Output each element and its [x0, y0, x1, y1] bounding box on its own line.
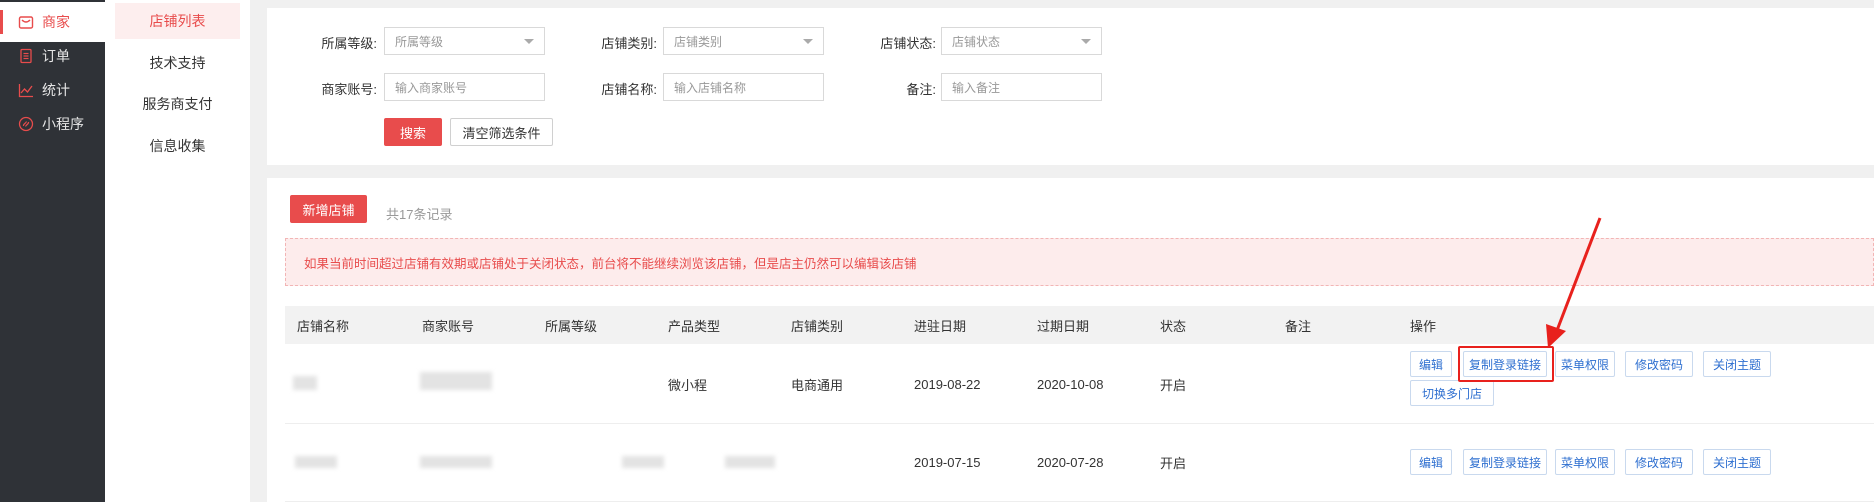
subnav-item-store-list[interactable]: 店铺列表: [115, 3, 240, 39]
filter-panel: 所属等级: 所属等级 店铺类别: 店铺类别 店铺状态: 店铺状态 商家账号: 输…: [267, 8, 1874, 165]
order-icon: [18, 48, 34, 64]
nav-item-miniprogram[interactable]: 小程序: [0, 104, 105, 144]
level-select[interactable]: 所属等级: [384, 27, 545, 55]
store-name-input-placeholder: 输入店铺名称: [674, 80, 747, 95]
sub-nav: 店铺列表 技术支持 服务商支付 信息收集: [105, 0, 250, 502]
table-row: 微小程 电商通用 2019-08-22 2020-10-08 开启 编辑 复制登…: [285, 344, 1874, 424]
category-cell: 电商通用: [791, 377, 844, 393]
category-select[interactable]: 店铺类别: [663, 27, 824, 55]
column-header: 所属等级: [545, 318, 598, 334]
store-name-input[interactable]: 输入店铺名称: [663, 73, 824, 101]
account-input[interactable]: 输入商家账号: [384, 73, 545, 101]
expire-date-cell: 2020-07-28: [1037, 454, 1104, 470]
column-header: 产品类型: [668, 318, 721, 334]
miniprogram-icon: [18, 116, 34, 132]
close-theme-button[interactable]: 关闭主题: [1703, 351, 1771, 377]
expire-date-cell: 2020-10-08: [1037, 376, 1104, 392]
switch-multi-store-button[interactable]: 切换多门店: [1410, 380, 1494, 406]
product-type-redacted: [725, 456, 775, 468]
remark-input-placeholder: 输入备注: [952, 80, 1001, 95]
shop-icon: [18, 14, 34, 30]
account-redacted: [420, 372, 492, 390]
nav-item-label: 小程序: [42, 116, 84, 132]
remark-input[interactable]: 输入备注: [941, 73, 1102, 101]
menu-permission-button[interactable]: 菜单权限: [1555, 449, 1615, 475]
level-redacted: [622, 456, 664, 468]
product-type-cell: 微小程: [668, 377, 708, 393]
subnav-item-tech-support[interactable]: 技术支持: [115, 45, 240, 81]
join-date-cell: 2019-08-22: [914, 376, 981, 392]
category-label: 店铺类别:: [601, 36, 657, 51]
column-header: 店铺类别: [791, 318, 844, 334]
main-nav: 商家 订单 统计 小程序: [0, 0, 105, 502]
remark-label: 备注:: [906, 82, 936, 97]
column-header: 商家账号: [422, 318, 475, 334]
column-header: 进驻日期: [914, 318, 967, 334]
copy-login-link-button[interactable]: 复制登录链接: [1463, 449, 1547, 475]
account-input-placeholder: 输入商家账号: [395, 80, 468, 95]
column-header: 店铺名称: [297, 318, 350, 334]
status-cell: 开启: [1160, 377, 1187, 393]
nav-item-label: 商家: [42, 14, 70, 30]
change-password-button[interactable]: 修改密码: [1625, 449, 1693, 475]
level-select-value: 所属等级: [395, 34, 444, 49]
add-store-button[interactable]: 新增店铺: [290, 195, 367, 223]
column-header: 操作: [1410, 318, 1437, 334]
edit-button[interactable]: 编辑: [1410, 351, 1452, 377]
column-header: 状态: [1160, 318, 1187, 334]
menu-permission-button[interactable]: 菜单权限: [1555, 351, 1615, 377]
search-button[interactable]: 搜索: [384, 118, 442, 146]
chart-icon: [18, 82, 34, 98]
store-list-panel: 新增店铺 共17条记录 如果当前时间超过店铺有效期或店铺处于关闭状态，前台将不能…: [267, 178, 1874, 502]
status-label: 店铺状态:: [880, 36, 936, 51]
subnav-item-info-collection[interactable]: 信息收集: [115, 128, 240, 164]
close-theme-button[interactable]: 关闭主题: [1703, 449, 1771, 475]
record-count: 共17条记录: [386, 207, 453, 222]
nav-item-label: 统计: [42, 82, 70, 98]
account-redacted: [420, 456, 492, 468]
change-password-button[interactable]: 修改密码: [1625, 351, 1693, 377]
join-date-cell: 2019-07-15: [914, 454, 981, 470]
column-header: 备注: [1285, 318, 1312, 334]
store-name-redacted: [295, 456, 337, 468]
store-name-label: 店铺名称:: [601, 82, 657, 97]
table-row: 2019-07-15 2020-07-28 开启 编辑 复制登录链接 菜单权限 …: [285, 424, 1874, 502]
level-label: 所属等级:: [321, 36, 377, 51]
column-header: 过期日期: [1037, 318, 1090, 334]
category-select-value: 店铺类别: [674, 34, 723, 49]
annotation-highlight-box: [1458, 346, 1554, 382]
status-select[interactable]: 店铺状态: [941, 27, 1102, 55]
subnav-item-provider-payment[interactable]: 服务商支付: [115, 86, 240, 122]
store-name-redacted: [293, 376, 317, 390]
nav-item-label: 订单: [42, 48, 70, 64]
status-select-value: 店铺状态: [952, 34, 1001, 49]
table-header: 店铺名称 商家账号 所属等级 产品类型 店铺类别 进驻日期 过期日期 状态 备注…: [285, 306, 1874, 344]
account-label: 商家账号:: [321, 82, 377, 97]
status-cell: 开启: [1160, 455, 1187, 471]
edit-button[interactable]: 编辑: [1410, 449, 1452, 475]
notice-banner: 如果当前时间超过店铺有效期或店铺处于关闭状态，前台将不能继续浏览该店铺，但是店主…: [285, 238, 1874, 286]
clear-filter-button[interactable]: 清空筛选条件: [450, 118, 553, 146]
